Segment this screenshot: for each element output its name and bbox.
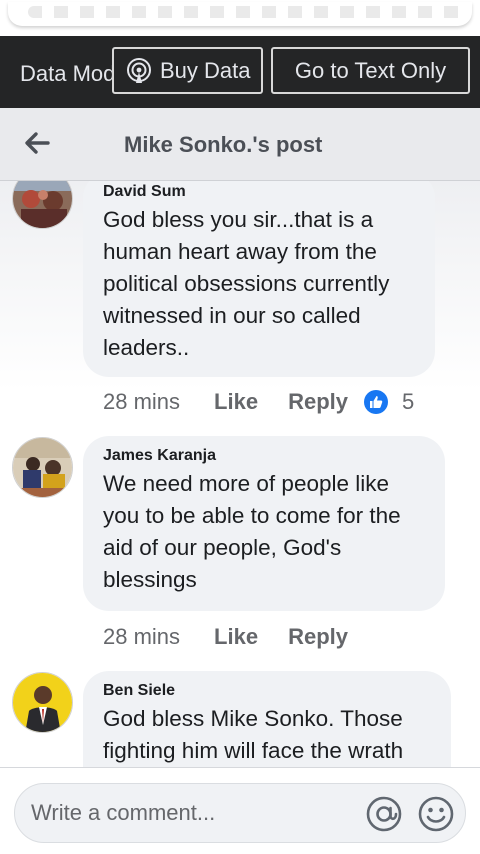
data-mode-bar: Data Mode Buy Data Go to Text Only	[0, 36, 480, 108]
status-pill	[8, 2, 472, 26]
text-only-label: Go to Text Only	[294, 57, 447, 83]
comment-composer	[0, 767, 480, 854]
avatar[interactable]	[12, 181, 73, 229]
comment-actions: 28 mins Like Reply 5	[103, 386, 414, 418]
reaction-count[interactable]: 5	[402, 389, 414, 415]
comment-input[interactable]	[31, 797, 361, 829]
data-mode-label: Data Mode	[20, 61, 112, 86]
reply-button[interactable]: Reply	[288, 389, 348, 415]
comment-time[interactable]: 28 mins	[103, 389, 180, 415]
comment-list[interactable]: David Sum God bless you sir...that is a …	[0, 181, 480, 767]
comment-bubble[interactable]: Ben Siele God bless Mike Sonko. Those fi…	[83, 671, 451, 767]
avatar-image	[13, 438, 72, 497]
comment-bubble[interactable]: David Sum God bless you sir...that is a …	[83, 181, 435, 377]
like-button[interactable]: Like	[214, 624, 258, 650]
comment-text: God bless you sir...that is a human hear…	[103, 207, 390, 360]
comment-time[interactable]: 28 mins	[103, 624, 180, 650]
comment-field[interactable]	[14, 783, 466, 843]
status-icons-ghost	[28, 6, 468, 18]
buy-data-button[interactable]: Buy Data	[112, 47, 263, 94]
page-header: Mike Sonko.'s post	[0, 108, 480, 181]
comment-author[interactable]: James Karanja	[103, 446, 425, 466]
thumbs-up-icon[interactable]	[364, 390, 388, 414]
avatar-image	[13, 181, 72, 228]
avatar-image	[13, 673, 72, 732]
text-only-button[interactable]: Go to Text Only	[271, 47, 470, 94]
back-arrow-icon[interactable]	[22, 128, 52, 158]
avatar[interactable]	[12, 672, 73, 733]
status-strip	[0, 0, 480, 36]
avatar[interactable]	[12, 437, 73, 498]
broadcast-icon	[127, 57, 151, 83]
reply-button[interactable]: Reply	[288, 624, 348, 650]
like-button[interactable]: Like	[214, 389, 258, 415]
comment-author[interactable]: David Sum	[103, 182, 415, 202]
buy-data-label: Buy Data	[160, 57, 251, 83]
comment-bubble[interactable]: James Karanja We need more of people lik…	[83, 436, 445, 611]
comment-text: God bless Mike Sonko. Those fighting him…	[103, 706, 404, 763]
comment-text: We need more of people like you to be ab…	[103, 471, 401, 592]
comment-actions: 28 mins Like Reply	[103, 621, 378, 653]
comment-author[interactable]: Ben Siele	[103, 681, 431, 701]
page-title: Mike Sonko.'s post	[124, 132, 323, 157]
emoji-icon[interactable]	[417, 795, 455, 833]
mention-icon[interactable]	[365, 795, 403, 833]
